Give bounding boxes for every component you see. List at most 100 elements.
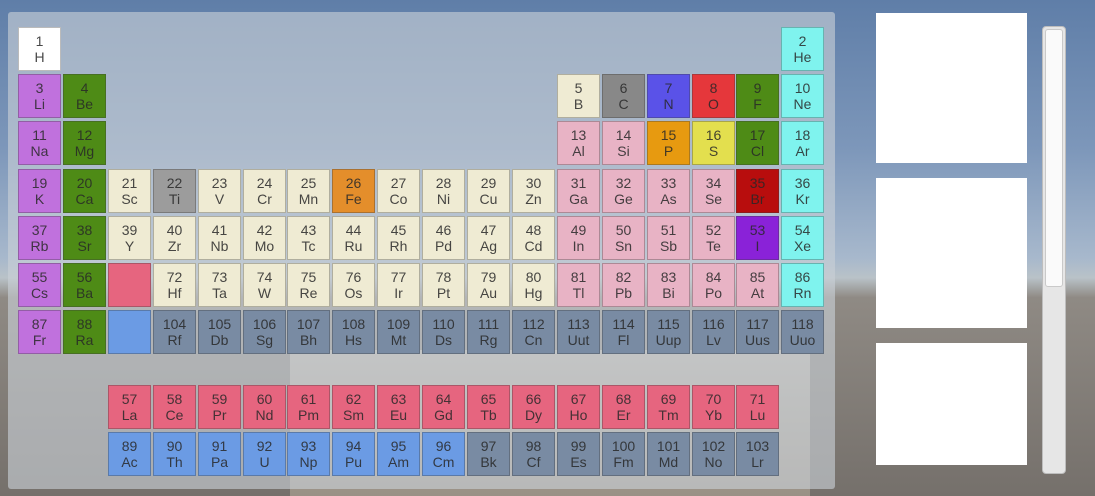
element-tile-nd[interactable]: 60 Nd — [243, 385, 286, 429]
element-tile-rg[interactable]: 111 Rg — [467, 310, 510, 354]
element-tile-pm[interactable]: 61 Pm — [287, 385, 330, 429]
element-tile-er[interactable]: 68 Er — [602, 385, 645, 429]
element-tile-tc[interactable]: 43 Tc — [287, 216, 330, 260]
element-tile-la[interactable]: 57 La — [108, 385, 151, 429]
element-tile-md[interactable]: 101 Md — [647, 432, 690, 476]
info-card-1[interactable] — [876, 13, 1027, 163]
element-tile-rn[interactable]: 86 Rn — [781, 263, 824, 307]
element-tile-ra[interactable]: 88 Ra — [63, 310, 106, 354]
element-tile-b[interactable]: 5B — [557, 74, 600, 118]
element-tile-i[interactable]: 53 I — [736, 216, 779, 260]
element-tile-cr[interactable]: 24 Cr — [243, 169, 286, 213]
element-tile-s[interactable]: 16 S — [692, 121, 735, 165]
element-tile-sc[interactable]: 21 Sc — [108, 169, 151, 213]
element-tile-uup[interactable]: 115 Uup — [647, 310, 690, 354]
element-tile-cd[interactable]: 48 Cd — [512, 216, 555, 260]
element-tile-sb[interactable]: 51 Sb — [647, 216, 690, 260]
element-tile-he[interactable]: 2 He — [781, 27, 824, 71]
element-tile-y[interactable]: 39 Y — [108, 216, 151, 260]
element-tile-ar[interactable]: 18 Ar — [781, 121, 824, 165]
element-tile-zn[interactable]: 30 Zn — [512, 169, 555, 213]
element-tile-ni[interactable]: 28 Ni — [422, 169, 465, 213]
element-tile-n[interactable]: 7N — [647, 74, 690, 118]
element-tile-mn[interactable]: 25 Mn — [287, 169, 330, 213]
element-tile-fl[interactable]: 114 Fl — [602, 310, 645, 354]
element-tile-pt[interactable]: 78 Pt — [422, 263, 465, 307]
element-tile-sg[interactable]: 106 Sg — [243, 310, 286, 354]
element-tile-at[interactable]: 85 At — [736, 263, 779, 307]
element-tile-np[interactable]: 93 Np — [287, 432, 330, 476]
element-tile-ag[interactable]: 47 Ag — [467, 216, 510, 260]
element-tile-pb[interactable]: 82 Pb — [602, 263, 645, 307]
element-tile-li[interactable]: 3 Li — [18, 74, 61, 118]
element-tile-dy[interactable]: 66 Dy — [512, 385, 555, 429]
element-tile-zr[interactable]: 40 Zr — [153, 216, 196, 260]
element-tile-ir[interactable]: 77 Ir — [377, 263, 420, 307]
element-tile-uuo[interactable]: 118 Uuo — [781, 310, 824, 354]
info-card-3[interactable] — [876, 343, 1027, 465]
element-tile-kr[interactable]: 36 Kr — [781, 169, 824, 213]
element-tile-tl[interactable]: 81 Tl — [557, 263, 600, 307]
element-tile-hs[interactable]: 108 Hs — [332, 310, 375, 354]
element-tile-cm[interactable]: 96 Cm — [422, 432, 465, 476]
element-tile-ho[interactable]: 67 Ho — [557, 385, 600, 429]
element-tile-sn[interactable]: 50 Sn — [602, 216, 645, 260]
element-tile-bi[interactable]: 83 Bi — [647, 263, 690, 307]
element-tile-lr[interactable]: 103 Lr — [736, 432, 779, 476]
element-tile-ne[interactable]: 10 Ne — [781, 74, 824, 118]
element-tile-eu[interactable]: 63 Eu — [377, 385, 420, 429]
element-tile-lu[interactable]: 71 Lu — [736, 385, 779, 429]
element-tile-mg[interactable]: 12 Mg — [63, 121, 106, 165]
element-tile-in[interactable]: 49 In — [557, 216, 600, 260]
element-tile-os[interactable]: 76 Os — [332, 263, 375, 307]
element-tile-ge[interactable]: 32 Ge — [602, 169, 645, 213]
element-tile-cs[interactable]: 55 Cs — [18, 263, 61, 307]
element-tile-re[interactable]: 75 Re — [287, 263, 330, 307]
element-tile-th[interactable]: 90 Th — [153, 432, 196, 476]
element-tile-cn[interactable]: 112 Cn — [512, 310, 555, 354]
element-tile-au[interactable]: 79 Au — [467, 263, 510, 307]
element-tile-ac[interactable]: 89 Ac — [108, 432, 151, 476]
element-tile-al[interactable]: 13 Al — [557, 121, 600, 165]
element-tile-rf[interactable]: 104 Rf — [153, 310, 196, 354]
element-tile-ta[interactable]: 73 Ta — [198, 263, 241, 307]
element-tile-po[interactable]: 84 Po — [692, 263, 735, 307]
element-tile-placeholder[interactable] — [108, 310, 151, 354]
element-tile-xe[interactable]: 54 Xe — [781, 216, 824, 260]
element-tile-ga[interactable]: 31 Ga — [557, 169, 600, 213]
element-tile-as[interactable]: 33 As — [647, 169, 690, 213]
element-tile-cl[interactable]: 17 Cl — [736, 121, 779, 165]
element-tile-fr[interactable]: 87 Fr — [18, 310, 61, 354]
element-tile-pa[interactable]: 91 Pa — [198, 432, 241, 476]
element-tile-fm[interactable]: 100 Fm — [602, 432, 645, 476]
element-tile-ca[interactable]: 20 Ca — [63, 169, 106, 213]
element-tile-pu[interactable]: 94 Pu — [332, 432, 375, 476]
element-tile-ce[interactable]: 58 Ce — [153, 385, 196, 429]
element-tile-tb[interactable]: 65 Tb — [467, 385, 510, 429]
element-tile-u[interactable]: 92 U — [243, 432, 286, 476]
element-tile-nb[interactable]: 41 Nb — [198, 216, 241, 260]
element-tile-cf[interactable]: 98 Cf — [512, 432, 555, 476]
element-tile-sr[interactable]: 38 Sr — [63, 216, 106, 260]
element-tile-f[interactable]: 9F — [736, 74, 779, 118]
element-tile-w[interactable]: 74 W — [243, 263, 286, 307]
element-tile-fe[interactable]: 26 Fe — [332, 169, 375, 213]
element-tile-si[interactable]: 14 Si — [602, 121, 645, 165]
element-tile-ba[interactable]: 56 Ba — [63, 263, 106, 307]
element-tile-es[interactable]: 99 Es — [557, 432, 600, 476]
element-tile-na[interactable]: 11 Na — [18, 121, 61, 165]
element-tile-gd[interactable]: 64 Gd — [422, 385, 465, 429]
element-tile-br[interactable]: 35 Br — [736, 169, 779, 213]
element-tile-bk[interactable]: 97 Bk — [467, 432, 510, 476]
element-tile-cu[interactable]: 29 Cu — [467, 169, 510, 213]
element-tile-ru[interactable]: 44 Ru — [332, 216, 375, 260]
vertical-scrollbar[interactable] — [1042, 26, 1066, 474]
element-tile-tm[interactable]: 69 Tm — [647, 385, 690, 429]
element-tile-placeholder[interactable] — [108, 263, 151, 307]
element-tile-mo[interactable]: 42 Mo — [243, 216, 286, 260]
element-tile-p[interactable]: 15 P — [647, 121, 690, 165]
element-tile-be[interactable]: 4 Be — [63, 74, 106, 118]
element-tile-lv[interactable]: 116 Lv — [692, 310, 735, 354]
element-tile-rh[interactable]: 45 Rh — [377, 216, 420, 260]
element-tile-se[interactable]: 34 Se — [692, 169, 735, 213]
